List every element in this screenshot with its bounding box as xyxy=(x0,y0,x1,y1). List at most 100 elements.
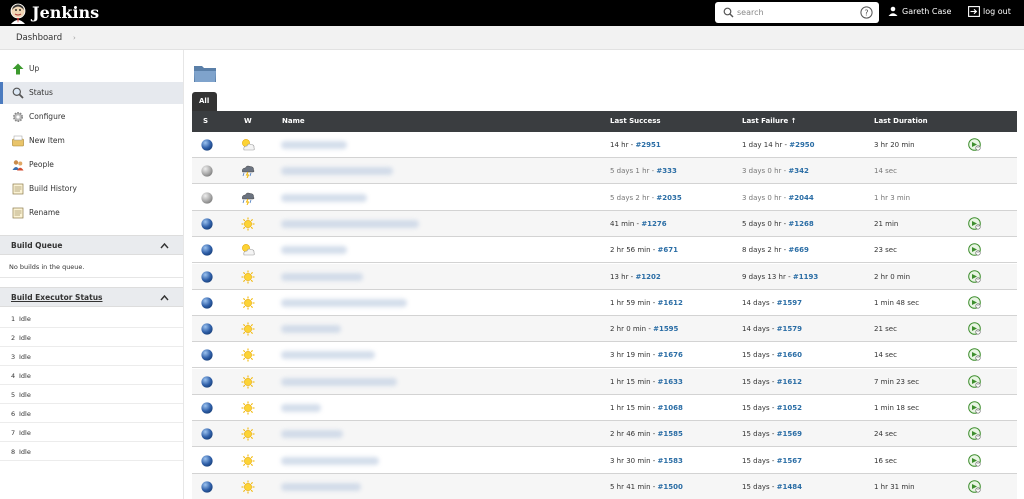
schedule-build-icon[interactable] xyxy=(968,348,981,362)
status-blue-ball-icon[interactable] xyxy=(201,244,213,256)
job-name-link[interactable] xyxy=(281,219,419,228)
schedule-build-icon[interactable] xyxy=(968,295,981,309)
schedule-build-icon[interactable] xyxy=(968,374,981,388)
job-name-link[interactable] xyxy=(281,141,347,149)
job-row[interactable]: 2 hr 56 min - #671 8 days 2 hr - #669 23 s… xyxy=(192,237,1017,264)
help-icon[interactable]: ? xyxy=(860,6,873,19)
last-success-build-link[interactable]: #1595 xyxy=(653,325,678,333)
last-failure-build-link[interactable]: #1569 xyxy=(777,430,802,438)
job-row[interactable]: 2 hr 0 min - #1595 14 days - #1579 21 sec xyxy=(192,316,1017,343)
status-blue-ball-icon[interactable] xyxy=(201,270,213,283)
last-failure-build-link[interactable]: #1597 xyxy=(777,299,802,307)
tab-all[interactable]: All xyxy=(192,92,217,111)
last-success-build-link[interactable]: #1202 xyxy=(635,273,660,281)
status-blue-ball-icon[interactable] xyxy=(201,376,213,388)
status-blue-ball-icon[interactable] xyxy=(201,323,213,335)
sidebar-item-up[interactable]: Up xyxy=(0,58,183,80)
last-success-build-link[interactable]: #1276 xyxy=(641,220,666,228)
last-failure-build-link[interactable]: #1268 xyxy=(788,220,813,228)
logout-link[interactable]: log out xyxy=(968,6,1011,17)
job-name-link[interactable] xyxy=(281,193,367,202)
sidebar-item-status[interactable]: Status xyxy=(0,82,183,104)
status-blue-ball-icon[interactable] xyxy=(201,139,213,151)
job-name-link[interactable] xyxy=(281,325,341,334)
last-failure-build-link[interactable]: #342 xyxy=(788,167,808,175)
job-row[interactable]: 3 hr 30 min - #1583 15 days - #1567 16 sec xyxy=(192,448,1017,474)
last-success-build-link[interactable]: #671 xyxy=(658,246,678,254)
user-link[interactable]: Gareth Case xyxy=(888,6,951,16)
sidebar-item-configure[interactable]: Configure xyxy=(0,106,183,128)
schedule-build-icon[interactable] xyxy=(968,401,981,414)
last-success-build-link[interactable]: #1585 xyxy=(658,430,683,438)
job-name-link[interactable] xyxy=(281,430,343,439)
sidebar-item-build-history[interactable]: Build History xyxy=(0,178,183,200)
column-last-success[interactable]: Last Success xyxy=(610,117,661,125)
build-queue-header[interactable]: Build Queue xyxy=(0,235,183,255)
schedule-build-icon[interactable] xyxy=(968,243,981,256)
chevron-up-icon[interactable] xyxy=(160,294,169,301)
last-failure-build-link[interactable]: #1660 xyxy=(777,351,802,359)
schedule-build-icon[interactable] xyxy=(968,269,981,283)
executor-status-header[interactable]: Build Executor Status xyxy=(0,287,183,307)
last-failure-build-link[interactable]: #1612 xyxy=(777,378,802,386)
job-name-link[interactable] xyxy=(281,246,347,255)
last-failure-build-link[interactable]: #1579 xyxy=(777,325,802,333)
job-row[interactable]: 1 hr 59 min - #1612 14 days - #1597 1 min … xyxy=(192,290,1017,316)
status-blue-ball-icon[interactable] xyxy=(201,428,213,440)
last-success-build-link[interactable]: #2035 xyxy=(656,194,681,202)
status-blue-ball-icon[interactable] xyxy=(201,402,213,414)
status-blue-ball-icon[interactable] xyxy=(201,297,213,309)
job-row[interactable]: 1 hr 15 min - #1068 15 days - #1052 1 min … xyxy=(192,395,1017,421)
executor-status-title[interactable]: Build Executor Status xyxy=(11,293,103,302)
job-row[interactable]: 3 hr 19 min - #1676 15 days - #1660 14 sec xyxy=(192,342,1017,369)
schedule-build-icon[interactable] xyxy=(968,138,981,151)
last-success-build-link[interactable]: #333 xyxy=(656,167,676,175)
last-success-build-link[interactable]: #1583 xyxy=(658,457,683,465)
last-failure-build-link[interactable]: #669 xyxy=(788,246,808,254)
column-status[interactable]: S xyxy=(203,117,208,125)
schedule-build-icon[interactable] xyxy=(968,427,981,441)
job-row[interactable]: 1 hr 15 min - #1633 15 days - #1612 7 min … xyxy=(192,368,1017,395)
last-failure-build-link[interactable]: #1567 xyxy=(777,457,802,465)
brand-title[interactable]: Jenkins xyxy=(32,3,99,22)
job-row[interactable]: 13 hr - #1202 9 days 13 hr - #1193 2 hr 0 … xyxy=(192,263,1017,290)
column-name[interactable]: Name xyxy=(282,117,305,125)
schedule-build-icon[interactable] xyxy=(968,453,981,467)
job-row[interactable]: 2 hr 46 min - #1585 15 days - #1569 24 sec xyxy=(192,421,1017,448)
schedule-build-icon[interactable] xyxy=(968,322,981,335)
column-last-duration[interactable]: Last Duration xyxy=(874,117,928,125)
column-weather[interactable]: W xyxy=(244,117,252,125)
status-blue-ball-icon[interactable] xyxy=(201,218,213,230)
status-blue-ball-icon[interactable] xyxy=(201,454,213,467)
column-last-failure[interactable]: Last Failure ↑ xyxy=(742,117,797,125)
sidebar-item-rename[interactable]: Rename xyxy=(0,202,183,224)
last-success-build-link[interactable]: #2951 xyxy=(635,141,660,149)
last-success-build-link[interactable]: #1676 xyxy=(658,351,683,359)
last-failure-build-link[interactable]: #1484 xyxy=(777,483,802,491)
job-name-link[interactable] xyxy=(281,456,379,465)
job-name-link[interactable] xyxy=(281,167,393,176)
status-blue-ball-icon[interactable] xyxy=(201,481,213,493)
job-name-link[interactable] xyxy=(281,377,397,386)
last-success-build-link[interactable]: #1068 xyxy=(658,404,683,412)
breadcrumb-chevron-icon[interactable]: › xyxy=(73,34,76,42)
job-name-link[interactable] xyxy=(281,298,407,307)
chevron-up-icon[interactable] xyxy=(160,242,169,249)
schedule-build-icon[interactable] xyxy=(968,480,981,493)
job-name-link[interactable] xyxy=(281,482,361,491)
last-failure-build-link[interactable]: #2950 xyxy=(789,141,814,149)
sidebar-item-people[interactable]: People xyxy=(0,154,183,176)
search-input[interactable] xyxy=(737,6,852,19)
status-disabled-ball-icon[interactable] xyxy=(201,191,213,204)
breadcrumb-dashboard[interactable]: Dashboard xyxy=(16,33,62,43)
job-row[interactable]: 5 days 1 hr - #333 3 days 0 hr - #342 14 s… xyxy=(192,158,1017,185)
status-blue-ball-icon[interactable] xyxy=(201,349,213,361)
job-name-link[interactable] xyxy=(281,404,321,412)
last-failure-build-link[interactable]: #2044 xyxy=(788,194,813,202)
sidebar-item-new-item[interactable]: New Item xyxy=(0,130,183,152)
job-row[interactable]: 14 hr - #2951 1 day 14 hr - #2950 3 hr 20 … xyxy=(192,132,1017,158)
status-disabled-ball-icon[interactable] xyxy=(201,165,213,177)
last-success-build-link[interactable]: #1500 xyxy=(658,483,683,491)
last-success-build-link[interactable]: #1612 xyxy=(658,299,683,307)
schedule-build-icon[interactable] xyxy=(968,217,981,230)
